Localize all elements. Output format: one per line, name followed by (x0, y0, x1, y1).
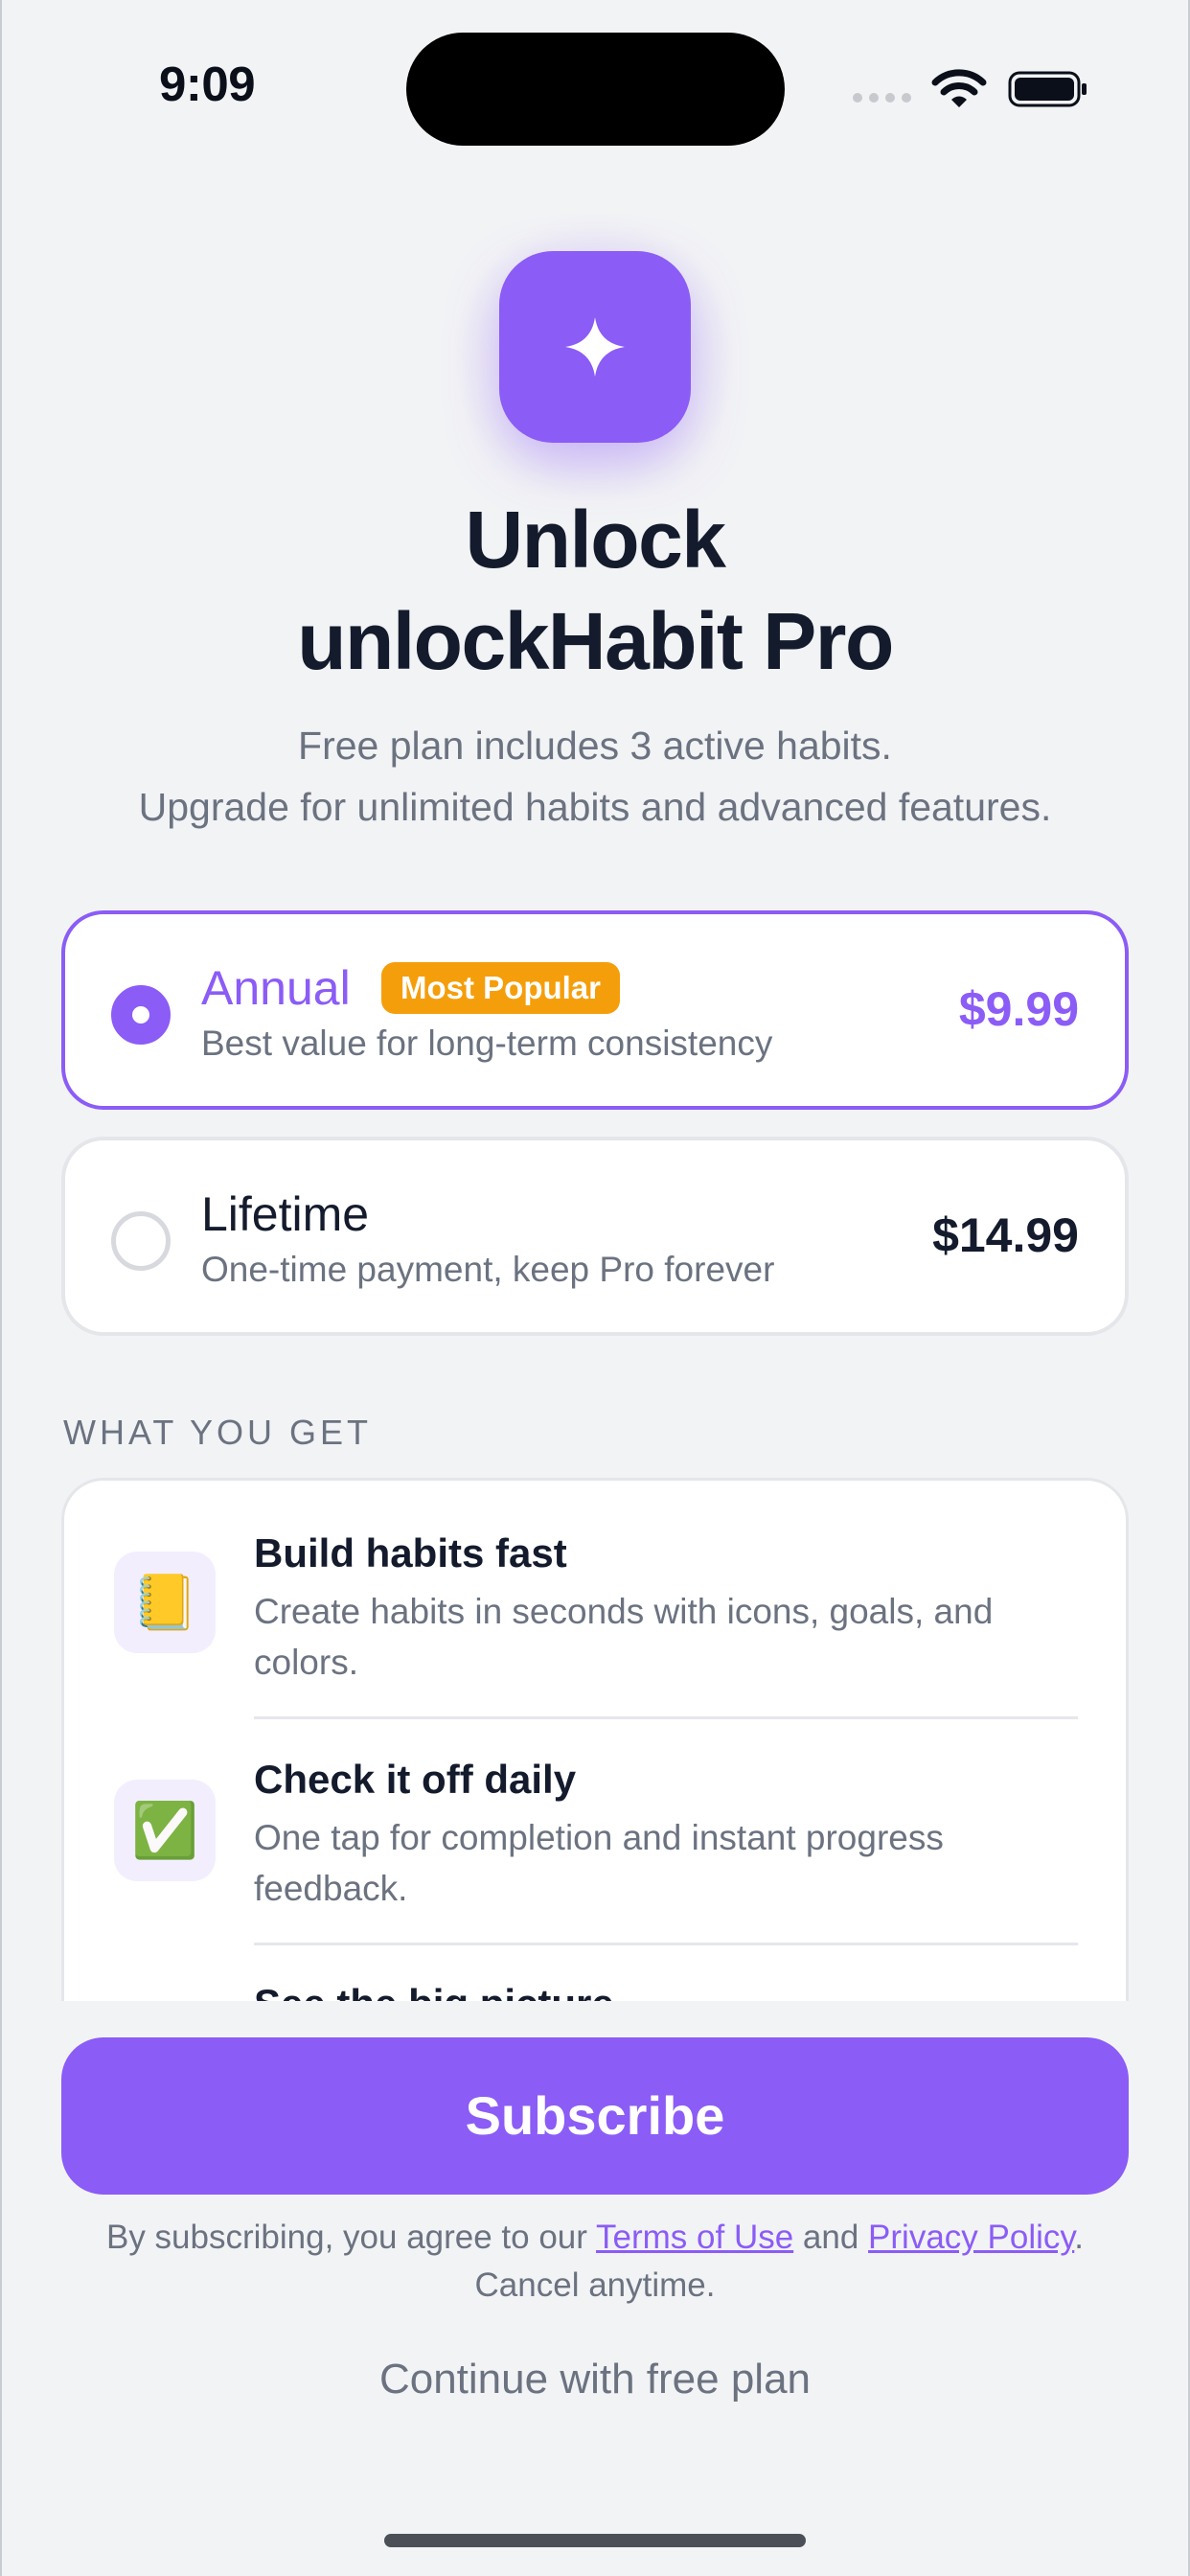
legal-text: By subscribing, you agree to our Terms o… (0, 2214, 1190, 2262)
battery-icon (1008, 71, 1087, 107)
most-popular-badge: Most Popular (381, 962, 621, 1014)
page-title-line2: unlockHabit Pro (297, 596, 894, 686)
cancel-anytime-text: Cancel anytime. (474, 2266, 716, 2304)
divider (254, 1943, 1078, 1945)
feature-description-line1: One tap for completion and instant progr… (254, 1818, 944, 1857)
radio-selected-icon[interactable] (111, 985, 171, 1045)
plan-price: $9.99 (958, 982, 1079, 1036)
features-scroll-area[interactable]: 📒 Build habits fast Create habits in sec… (61, 1478, 1129, 2001)
section-label: WHAT YOU GET (63, 1413, 373, 1452)
sparkle-icon (565, 317, 625, 377)
feature-title: Check it off daily (254, 1757, 577, 1802)
subtitle-line2: Upgrade for unlimited habits and advance… (138, 785, 1052, 829)
plan-lifetime-option[interactable]: Lifetime One-time payment, keep Pro fore… (61, 1137, 1129, 1336)
feature-title: Build habits fast (254, 1530, 567, 1576)
feature-title: See the big picture (254, 1981, 614, 2001)
feature-description-line1: Create habits in seconds with icons, goa… (254, 1592, 994, 1631)
radio-unselected-icon[interactable] (111, 1211, 171, 1271)
divider (254, 1716, 1078, 1719)
plan-description: One-time payment, keep Pro forever (201, 1250, 775, 1289)
plan-description: Best value for long-term consistency (201, 1024, 773, 1063)
continue-free-plan-button[interactable]: Continue with free plan (0, 2356, 1190, 2404)
feature-description-line2: colors. (254, 1643, 358, 1682)
page-title-line1: Unlock (465, 494, 726, 585)
checkmark-icon: ✅ (114, 1780, 216, 1881)
status-time: 9:09 (159, 57, 256, 111)
home-indicator[interactable] (384, 2534, 806, 2547)
app-icon (499, 251, 691, 443)
notebook-icon: 📒 (114, 1552, 216, 1653)
subtitle-line1: Free plan includes 3 active habits. (298, 724, 892, 768)
plan-name: Annual (201, 961, 351, 1015)
subscribe-button[interactable]: Subscribe (61, 2037, 1129, 2195)
wifi-icon (931, 69, 987, 107)
features-card: 📒 Build habits fast Create habits in sec… (61, 1478, 1129, 2001)
legal-prefix: By subscribing, you agree to our (105, 2219, 597, 2256)
cellular-signal-icon (853, 93, 911, 103)
dynamic-island (406, 33, 785, 146)
left-edge (0, 0, 2, 2576)
plan-price: $14.99 (932, 1208, 1079, 1262)
plan-name: Lifetime (201, 1187, 370, 1241)
feature-description-line2: feedback. (254, 1869, 408, 1908)
legal-and: and (793, 2219, 869, 2256)
terms-of-use-link[interactable]: Terms of Use (596, 2219, 793, 2256)
privacy-policy-link[interactable]: Privacy Policy (868, 2219, 1074, 2256)
plan-annual-option[interactable]: Annual Most Popular Best value for long-… (61, 910, 1129, 1110)
legal-suffix: . (1074, 2219, 1085, 2256)
